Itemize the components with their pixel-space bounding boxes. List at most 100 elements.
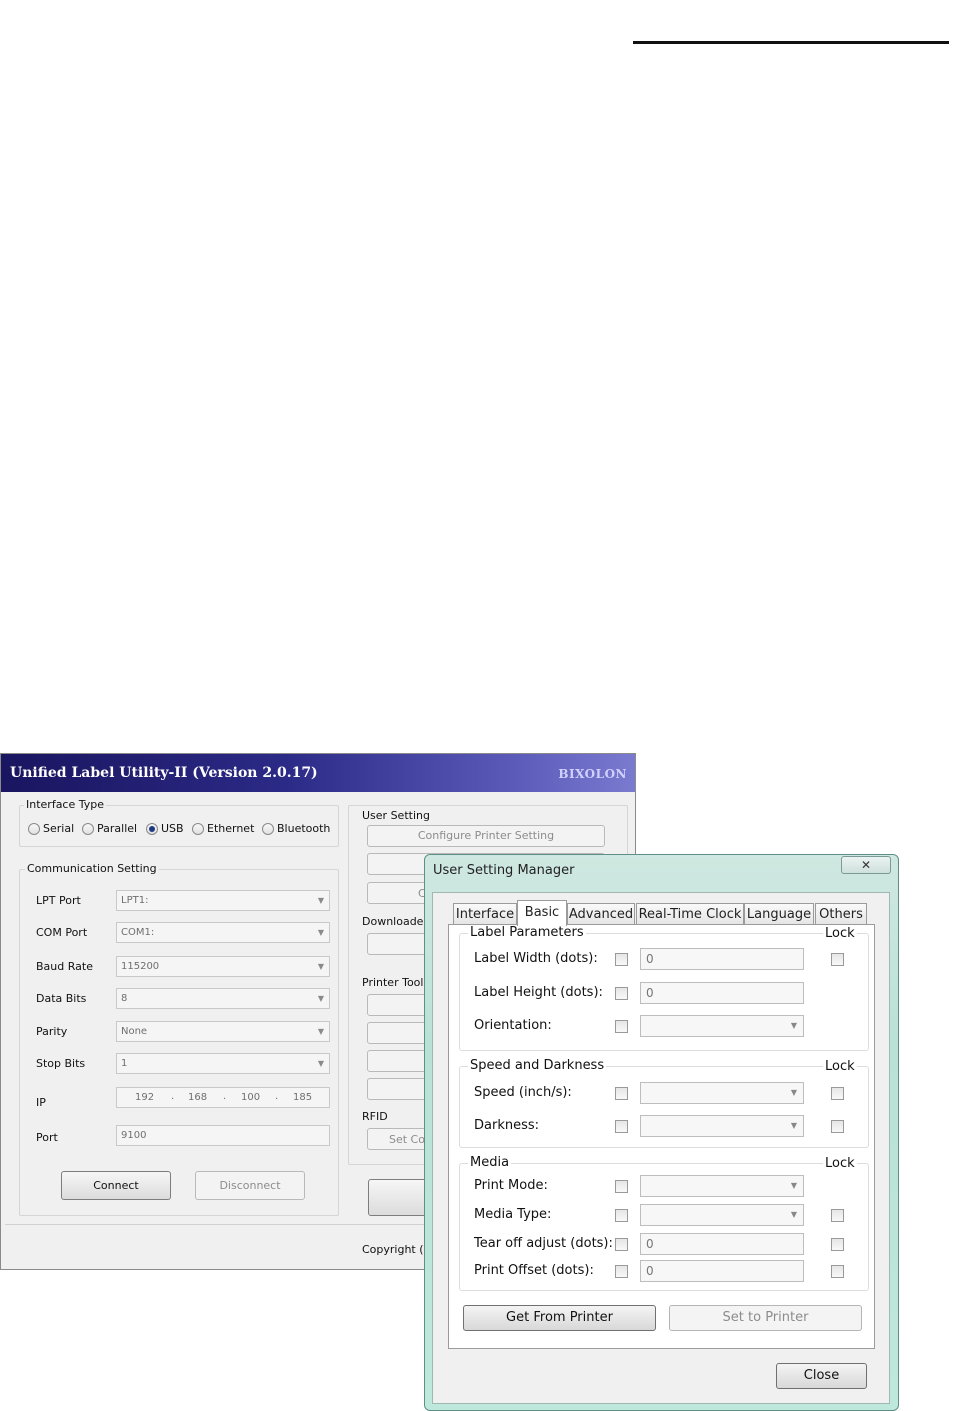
chevron-down-icon: ▼ [317, 1059, 324, 1068]
tear-off-lock-checkbox[interactable] [831, 1238, 844, 1251]
tear-off-checkbox[interactable] [615, 1238, 628, 1251]
brand-logo: BIXOLON [558, 767, 627, 781]
speed-checkbox[interactable] [615, 1087, 628, 1100]
lpt-port-select[interactable]: LPT1: ▼ [116, 890, 330, 911]
window-title: Unified Label Utility-II (Version 2.0.17… [10, 765, 318, 781]
tab-advanced[interactable]: Advanced [567, 903, 635, 925]
speed-lock-checkbox[interactable] [831, 1087, 844, 1100]
port-label: Port [36, 1131, 58, 1144]
disconnect-button[interactable]: Disconnect [195, 1171, 305, 1200]
label-height-checkbox[interactable] [615, 987, 628, 1000]
radio-usb[interactable] [146, 823, 158, 835]
data-bits-select[interactable]: 8 ▼ [116, 988, 330, 1009]
tear-off-adjust-label: Tear off adjust (dots): [474, 1236, 613, 1251]
data-bits-value: 8 [121, 993, 128, 1004]
stop-bits-label: Stop Bits [36, 1057, 86, 1070]
rfid-set-button-label: Set Co [389, 1133, 425, 1146]
speed-darkness-title: Speed and Darkness [468, 1058, 607, 1073]
lpt-port-label: LPT Port [36, 894, 81, 907]
ip-octet-4: 185 [293, 1092, 313, 1103]
lpt-port-value: LPT1: [121, 895, 149, 906]
baud-rate-select[interactable]: 115200 ▼ [116, 956, 330, 977]
get-from-printer-button[interactable]: Get From Printer [463, 1305, 656, 1331]
darkness-select[interactable]: ▼ [640, 1115, 804, 1137]
dialog-close-icon[interactable]: ✕ [841, 856, 891, 874]
chevron-down-icon: ▼ [790, 1210, 797, 1219]
tab-language[interactable]: Language [744, 903, 814, 925]
label-width-checkbox[interactable] [615, 953, 628, 966]
lock-header: Lock [823, 1059, 857, 1074]
speed-select[interactable]: ▼ [640, 1082, 804, 1104]
radio-parallel[interactable] [82, 823, 94, 835]
radio-ethernet[interactable] [192, 823, 204, 835]
media-type-lock-checkbox[interactable] [831, 1209, 844, 1222]
print-offset-input[interactable]: 0 [640, 1260, 804, 1282]
tab-basic[interactable]: Basic [517, 900, 567, 926]
ip-octet-1: 192 [135, 1092, 155, 1103]
tear-off-input[interactable]: 0 [640, 1233, 804, 1255]
chevron-down-icon: ▼ [317, 928, 324, 937]
rfid-label: RFID [362, 1110, 388, 1123]
user-setting-label: User Setting [362, 809, 430, 822]
com-port-select[interactable]: COM1: ▼ [116, 922, 330, 943]
ip-octet-2: 168 [188, 1092, 208, 1103]
chevron-down-icon: ▼ [790, 1088, 797, 1097]
basic-tab-panel: Label Parameters Lock Label Width (dots)… [448, 924, 875, 1349]
parity-label: Parity [36, 1025, 68, 1038]
stop-bits-value: 1 [121, 1058, 128, 1069]
media-type-select[interactable]: ▼ [640, 1204, 804, 1226]
darkness-lock-checkbox[interactable] [831, 1120, 844, 1133]
ip-separator: . [275, 1091, 279, 1102]
tab-real-time-clock[interactable]: Real-Time Clock [636, 903, 744, 925]
label-width-lock-checkbox[interactable] [831, 953, 844, 966]
printer-tool-label: Printer Tool [362, 976, 424, 989]
tab-others[interactable]: Others [815, 903, 867, 925]
radio-bluetooth[interactable] [262, 823, 274, 835]
print-mode-label: Print Mode: [474, 1178, 548, 1193]
chevron-down-icon: ▼ [317, 1027, 324, 1036]
orientation-checkbox[interactable] [615, 1020, 628, 1033]
radio-serial[interactable] [28, 823, 40, 835]
copyright-text: Copyright (C [362, 1243, 432, 1256]
chevron-down-icon: ▼ [790, 1181, 797, 1190]
orientation-label: Orientation: [474, 1018, 552, 1033]
label-height-input[interactable]: 0 [640, 982, 804, 1004]
print-mode-select[interactable]: ▼ [640, 1175, 804, 1197]
radio-parallel-label: Parallel [97, 822, 138, 835]
page-header-rule [633, 41, 949, 44]
close-button[interactable]: Close [776, 1363, 867, 1389]
baud-rate-value: 115200 [121, 961, 160, 972]
radio-bluetooth-label: Bluetooth [277, 822, 331, 835]
dialog-client-area: Interface Basic Advanced Real-Time Clock… [432, 892, 890, 1404]
label-width-label: Label Width (dots): [474, 951, 598, 966]
label-height-label: Label Height (dots): [474, 985, 603, 1000]
ip-octet-3: 100 [241, 1092, 261, 1103]
print-offset-label: Print Offset (dots): [474, 1263, 594, 1278]
downloader-label: Downloader [362, 915, 428, 928]
chevron-down-icon: ▼ [790, 1021, 797, 1030]
lock-header: Lock [823, 1156, 857, 1171]
label-parameters-title: Label Parameters [468, 925, 586, 940]
media-type-checkbox[interactable] [615, 1209, 628, 1222]
port-field[interactable]: 9100 [116, 1125, 330, 1146]
connect-button[interactable]: Connect [61, 1171, 171, 1200]
print-offset-checkbox[interactable] [615, 1265, 628, 1278]
speed-label: Speed (inch/s): [474, 1085, 572, 1100]
ip-separator: . [171, 1091, 175, 1102]
parity-select[interactable]: None ▼ [116, 1021, 330, 1042]
chevron-down-icon: ▼ [317, 994, 324, 1003]
ip-separator: . [223, 1091, 227, 1102]
main-title-bar[interactable]: Unified Label Utility-II (Version 2.0.17… [1, 754, 635, 792]
darkness-label: Darkness: [474, 1118, 540, 1133]
stop-bits-select[interactable]: 1 ▼ [116, 1053, 330, 1074]
set-to-printer-button[interactable]: Set to Printer [669, 1305, 862, 1331]
label-width-input[interactable]: 0 [640, 948, 804, 970]
orientation-select[interactable]: ▼ [640, 1015, 804, 1037]
baud-rate-label: Baud Rate [36, 960, 93, 973]
print-mode-checkbox[interactable] [615, 1180, 628, 1193]
ip-address-field[interactable]: 192 . 168 . 100 . 185 [116, 1087, 330, 1108]
print-offset-lock-checkbox[interactable] [831, 1265, 844, 1278]
tab-interface[interactable]: Interface [453, 903, 517, 925]
configure-printer-setting-button[interactable]: Configure Printer Setting [367, 825, 605, 847]
darkness-checkbox[interactable] [615, 1120, 628, 1133]
